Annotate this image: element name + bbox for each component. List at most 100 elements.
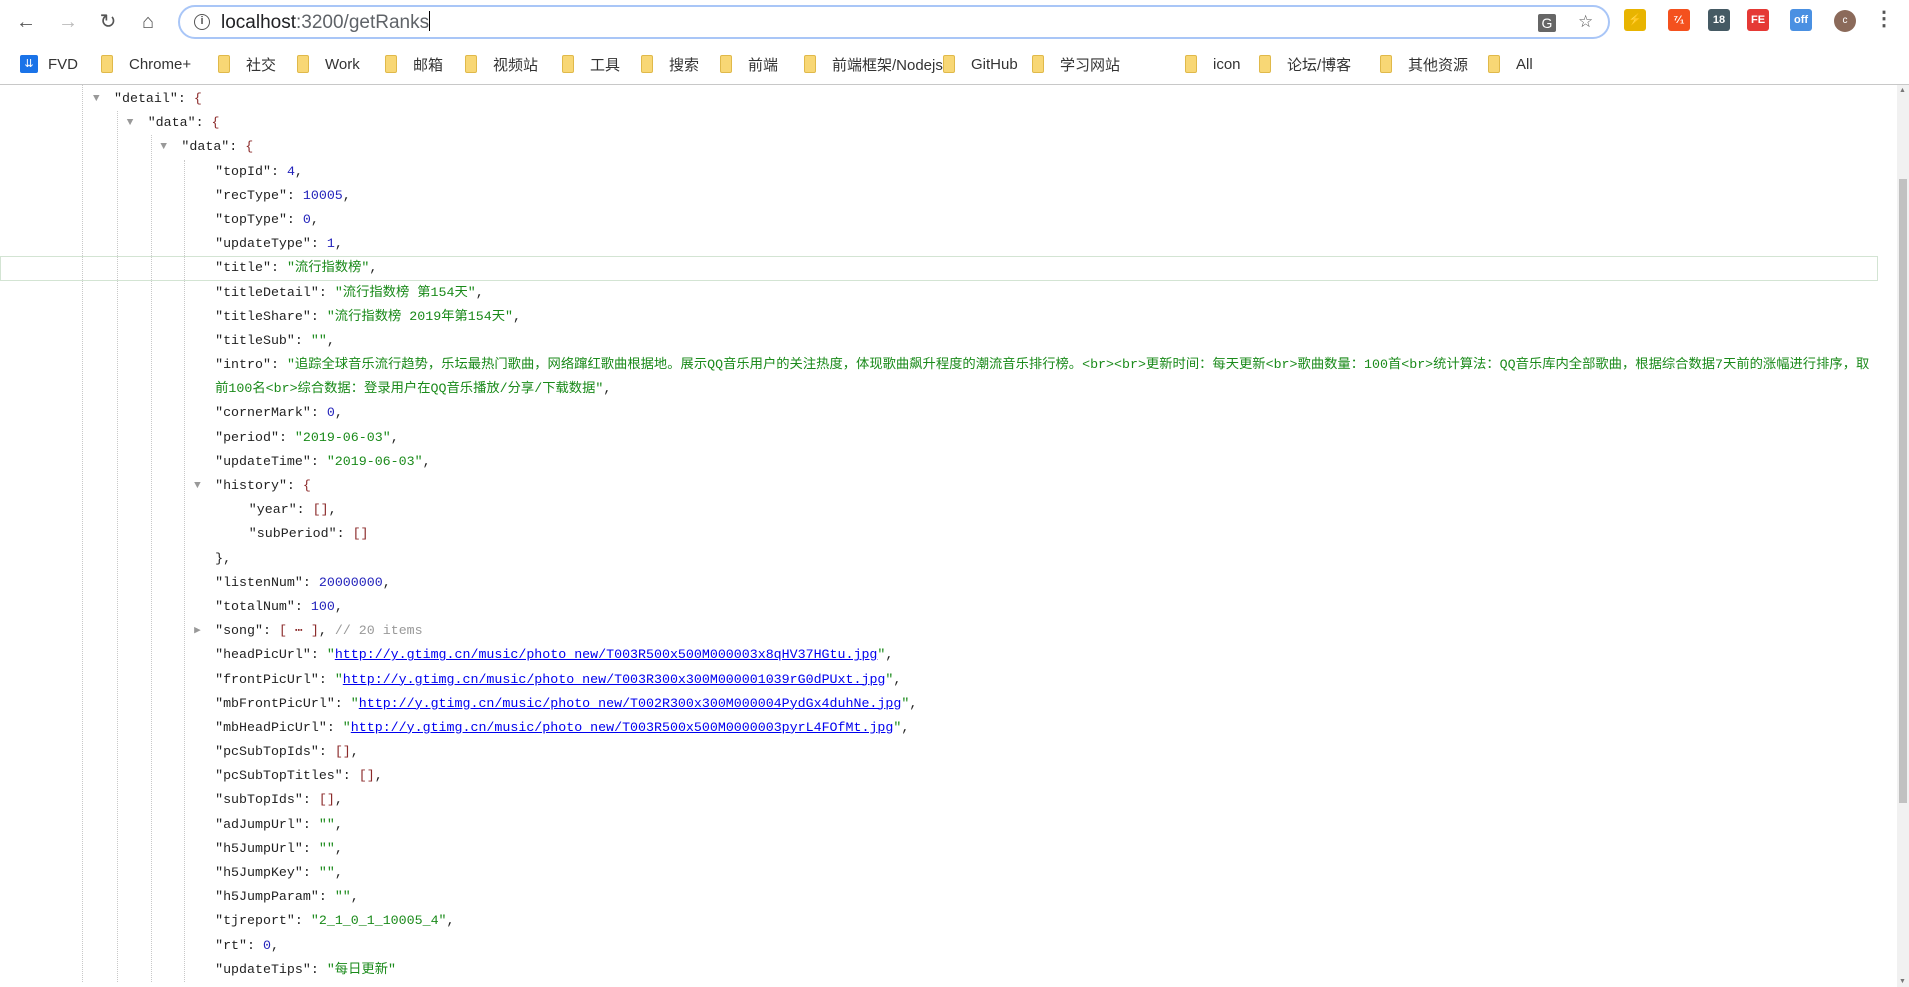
forward-button[interactable]: → xyxy=(54,8,82,36)
punctuation: , xyxy=(909,695,918,711)
avatar[interactable]: c xyxy=(1834,10,1856,32)
bookmark-item[interactable]: 邮箱 xyxy=(385,54,443,74)
json-value: "2019-06-03" xyxy=(326,453,423,469)
star-icon[interactable]: ☆ xyxy=(1578,12,1593,32)
collapse-triangle-icon[interactable]: ▼ xyxy=(93,87,100,111)
opening-brace: { xyxy=(245,139,254,155)
punctuation xyxy=(327,623,335,638)
bookmark-label: 社交 xyxy=(246,56,277,74)
punctuation: ": xyxy=(262,357,287,373)
lightning-extension-icon[interactable]: ⚡ xyxy=(1624,9,1646,31)
punctuation: ": xyxy=(221,139,246,155)
punctuation: , xyxy=(310,211,319,227)
json-value[interactable]: [ ⋯ ] xyxy=(279,623,319,638)
json-key: updateTips xyxy=(223,961,303,977)
scroll-up-icon[interactable]: ▲ xyxy=(1899,87,1906,94)
bookmark-item[interactable]: 学习网站 xyxy=(1032,54,1120,74)
scroll-down-icon[interactable]: ▼ xyxy=(1899,978,1906,985)
address-bar[interactable]: i localhost:3200/getRanks G ☆ xyxy=(178,5,1610,39)
punctuation: " xyxy=(350,695,359,711)
json-value: [] xyxy=(334,744,351,760)
collapse-triangle-icon[interactable]: ▼ xyxy=(194,474,201,498)
yapi-extension-icon[interactable]: ⁷⁄₁ xyxy=(1668,9,1690,31)
fe-extension-icon[interactable]: FE xyxy=(1747,9,1769,31)
punctuation: ": xyxy=(302,961,327,977)
folder-icon xyxy=(101,55,113,73)
menu-icon[interactable]: ⋮ xyxy=(1874,6,1894,31)
fvd-icon: ⇊ xyxy=(20,55,38,73)
url-link[interactable]: http://y.gtimg.cn/music/photo_new/T002R3… xyxy=(359,696,902,711)
punctuation: " xyxy=(215,768,224,784)
json-line: "period": "2019-06-03", xyxy=(0,426,1878,450)
json-line: "h5JumpParam": "", xyxy=(0,885,1878,909)
punctuation: , xyxy=(369,260,378,276)
scrollbar[interactable]: ▲ ▼ xyxy=(1897,85,1909,987)
punctuation: , xyxy=(342,187,351,203)
extension-18-extension-icon[interactable]: 18 xyxy=(1708,9,1730,31)
json-key: intro xyxy=(223,357,263,373)
collapse-triangle-icon[interactable]: ▼ xyxy=(127,111,134,135)
bookmark-item[interactable]: 其他资源 xyxy=(1380,54,1468,74)
bookmark-item[interactable]: 社交 xyxy=(218,54,276,74)
punctuation: ": xyxy=(262,163,287,179)
translate-icon[interactable]: G xyxy=(1538,14,1556,32)
punctuation: , xyxy=(603,381,612,397)
bookmark-item[interactable]: 论坛/博客 xyxy=(1259,54,1351,74)
punctuation: " xyxy=(215,284,224,300)
json-value: 10005 xyxy=(302,187,343,203)
json-key: title xyxy=(223,260,263,276)
punctuation: ": xyxy=(302,236,327,252)
reload-button[interactable]: ↻ xyxy=(94,8,122,36)
bookmark-item[interactable]: Chrome+ xyxy=(101,54,191,74)
json-value: "流行指数榜 第154天" xyxy=(334,284,476,300)
bookmark-label: All xyxy=(1516,55,1533,73)
json-value: "" xyxy=(318,840,335,856)
punctuation: " xyxy=(215,236,224,252)
json-key: tjreport xyxy=(223,913,287,929)
back-button[interactable]: ← xyxy=(12,8,40,36)
collapse-triangle-icon[interactable]: ▼ xyxy=(160,135,167,159)
punctuation: ": xyxy=(310,671,335,687)
scrollbar-thumb[interactable] xyxy=(1899,179,1907,803)
punctuation: , xyxy=(328,502,337,518)
punctuation: " xyxy=(215,623,224,639)
bookmark-label: icon xyxy=(1213,55,1241,73)
expand-triangle-icon[interactable]: ▶ xyxy=(194,619,201,643)
folder-icon xyxy=(1185,55,1197,73)
url-text[interactable]: localhost:3200/getRanks xyxy=(221,11,431,34)
bookmark-item[interactable]: 前端 xyxy=(720,54,778,74)
punctuation: " xyxy=(334,671,343,687)
json-key: subTopIds xyxy=(223,792,295,808)
folder-icon xyxy=(1488,55,1500,73)
bookmark-item[interactable]: 前端框架/Nodejs xyxy=(804,54,943,74)
punctuation: , xyxy=(422,453,431,469)
url-link[interactable]: http://y.gtimg.cn/music/photo_new/T003R3… xyxy=(343,672,886,687)
bookmark-item[interactable]: All xyxy=(1488,54,1533,74)
url-link[interactable]: http://y.gtimg.cn/music/photo_new/T003R5… xyxy=(351,720,894,735)
punctuation: ": xyxy=(326,695,351,711)
bookmark-label: GitHub xyxy=(971,55,1018,73)
json-key: h5JumpKey xyxy=(223,865,295,881)
punctuation: , xyxy=(334,840,343,856)
bookmark-item[interactable]: Work xyxy=(297,54,360,74)
bookmark-label: 前端框架/Nodejs xyxy=(832,56,943,74)
bookmark-item[interactable]: ⇊ FVD xyxy=(20,54,78,74)
json-value: 0 xyxy=(302,211,311,227)
bookmark-label: 邮箱 xyxy=(413,56,444,74)
home-button[interactable]: ⌂ xyxy=(134,8,162,36)
info-icon[interactable]: i xyxy=(194,14,210,30)
json-key: h5JumpUrl xyxy=(223,840,295,856)
bookmark-item[interactable]: icon xyxy=(1185,54,1241,74)
bookmark-item[interactable]: 搜索 xyxy=(641,54,699,74)
off-extension-icon[interactable]: off xyxy=(1790,9,1812,31)
opening-brace: { xyxy=(302,478,311,494)
punctuation: " xyxy=(215,913,224,929)
opening-brace: { xyxy=(193,91,202,106)
punctuation: " xyxy=(147,115,156,131)
json-line: "headPicUrl": "http://y.gtimg.cn/music/p… xyxy=(0,643,1878,667)
bookmark-item[interactable]: 工具 xyxy=(562,54,620,74)
bookmark-item[interactable]: GitHub xyxy=(943,54,1018,74)
url-link[interactable]: http://y.gtimg.cn/music/photo_new/T003R5… xyxy=(335,647,878,662)
folder-icon xyxy=(297,55,309,73)
bookmark-item[interactable]: 视频站 xyxy=(465,54,538,74)
